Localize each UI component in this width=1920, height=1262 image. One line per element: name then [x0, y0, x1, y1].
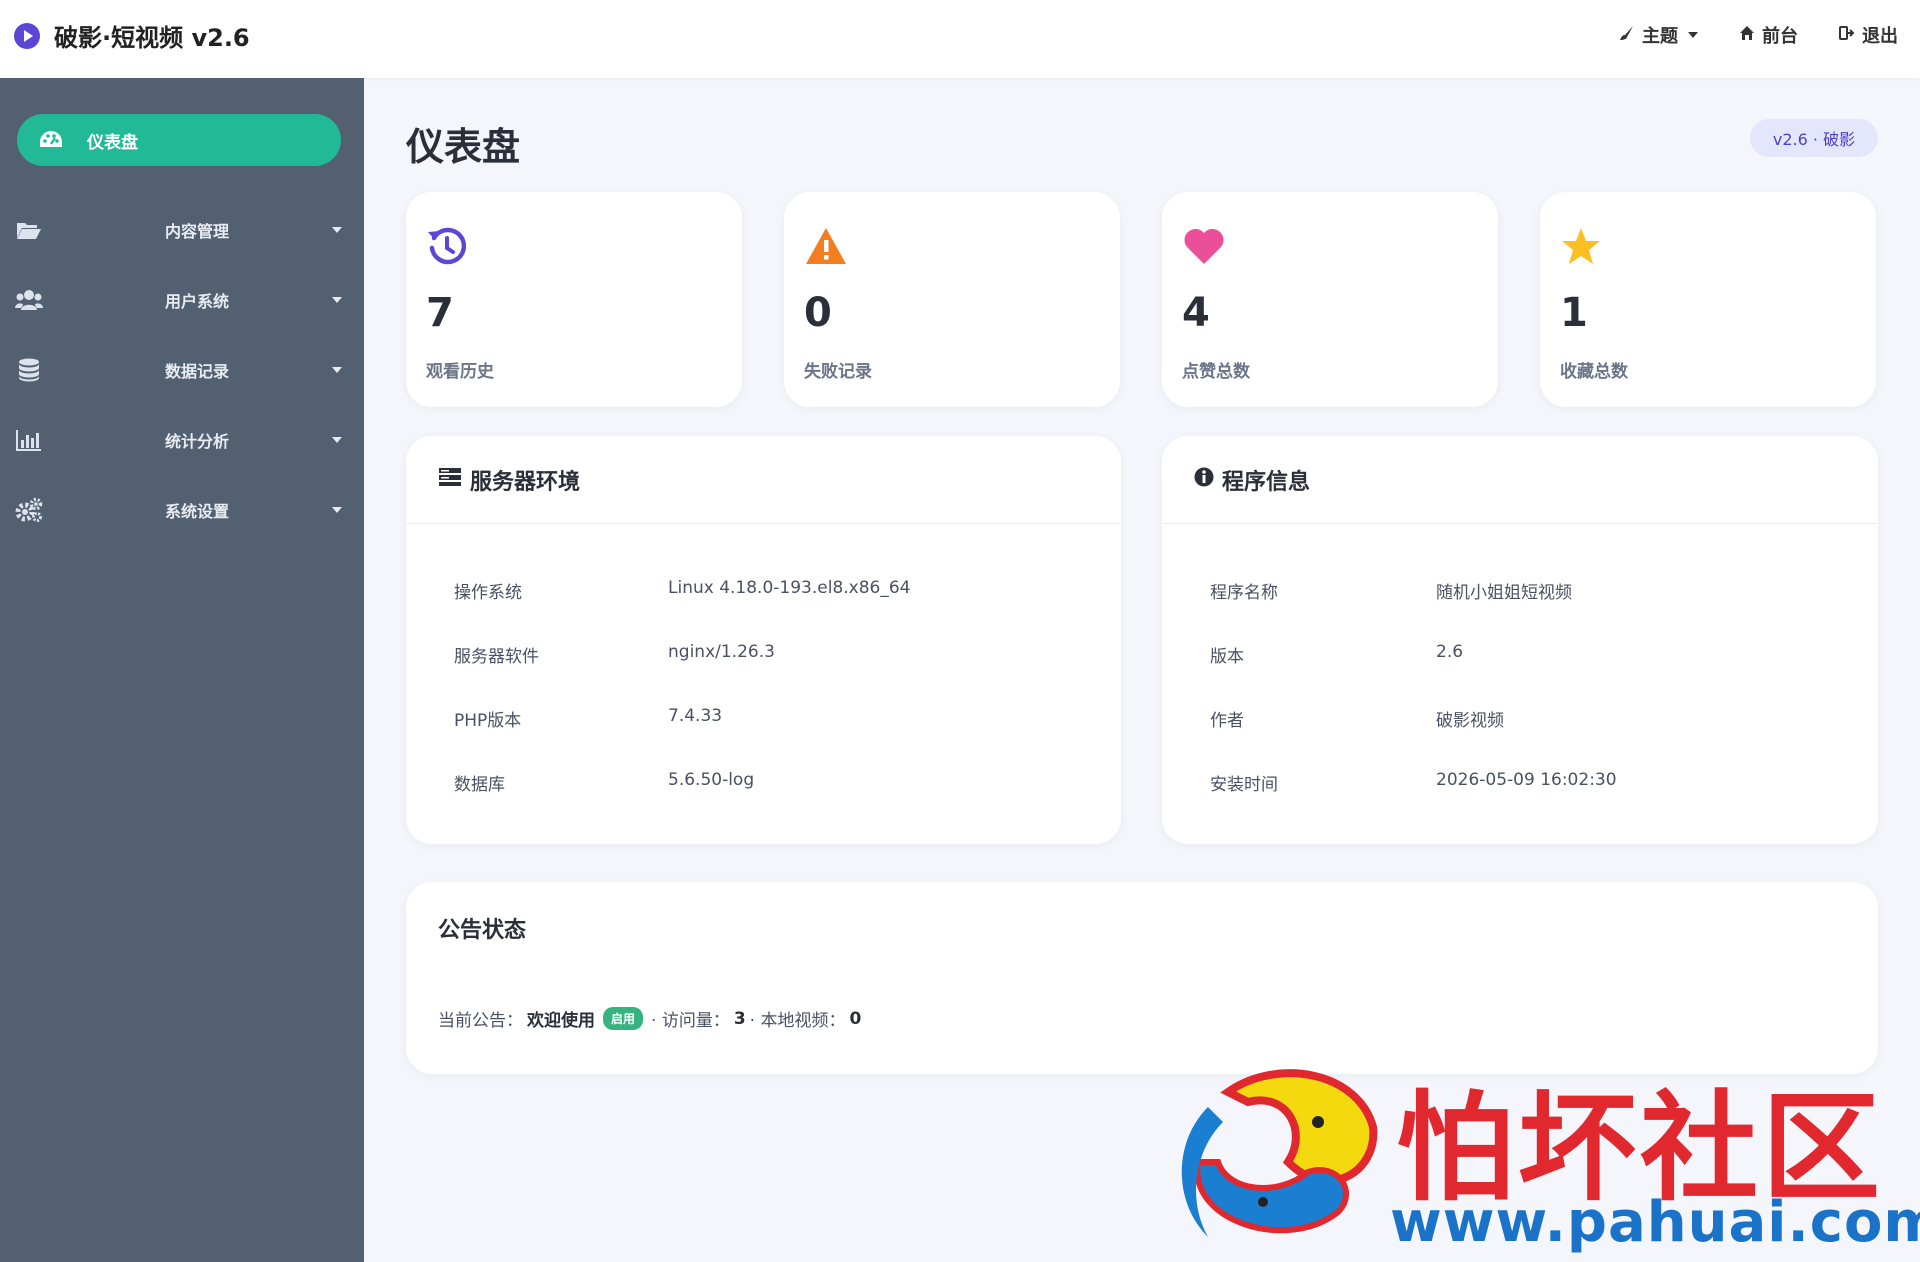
local-videos-label: · 本地视频： — [749, 1011, 846, 1031]
kv-value: 7.4.33 — [668, 706, 723, 726]
home-icon — [1738, 25, 1756, 45]
program-info-panel: 程序信息 程序名称 随机小姐姐短视频 版本 2.6 作者 破影视频 安装时间 2… — [1162, 436, 1878, 844]
theme-label: 主题 — [1642, 26, 1678, 47]
page-title: 仪表盘 — [406, 125, 521, 169]
kv-key: 操作系统 — [454, 583, 522, 603]
top-bar: 破影·短视频 v2.6 主题 前台 退出 — [0, 0, 1920, 78]
warning-icon — [804, 226, 846, 266]
sidebar-item-users[interactable]: 用户系统 — [0, 280, 364, 320]
dashboard-icon — [37, 129, 65, 151]
stat-label: 收藏总数 — [1560, 362, 1628, 382]
heart-icon — [1182, 226, 1224, 266]
kv-value: 5.6.50-log — [668, 770, 755, 790]
server-env-panel: 服务器环境 操作系统 Linux 4.18.0-193.el8.x86_64 服… — [406, 436, 1121, 844]
brand[interactable]: 破影·短视频 v2.6 — [14, 18, 250, 53]
sidebar-item-settings[interactable]: 系统设置 — [0, 490, 364, 530]
sidebar-item-data-records[interactable]: 数据记录 — [0, 350, 364, 390]
stat-card-favorites: 1 收藏总数 — [1540, 192, 1876, 407]
panel-title: 程序信息 — [1222, 469, 1311, 495]
chevron-down-icon — [332, 297, 342, 303]
sidebar-item-statistics[interactable]: 统计分析 — [0, 420, 364, 460]
star-icon — [1560, 226, 1600, 266]
kv-value: 破影视频 — [1436, 711, 1504, 731]
kv-key: 服务器软件 — [454, 647, 539, 667]
panel-title: 服务器环境 — [470, 469, 581, 495]
stat-label: 失败记录 — [804, 362, 872, 382]
frontend-label: 前台 — [1762, 26, 1798, 47]
current-notice[interactable]: 欢迎使用 — [527, 1006, 595, 1031]
stat-card-failures: 0 失败记录 — [784, 192, 1120, 407]
bar-chart-icon — [14, 429, 44, 451]
status-badge: 启用 — [603, 1007, 644, 1030]
top-actions: 主题 前台 退出 — [1618, 22, 1898, 48]
stat-label: 点赞总数 — [1182, 362, 1250, 382]
sidebar-item-label: 系统设置 — [165, 502, 230, 521]
kv-key: 版本 — [1210, 647, 1244, 667]
users-icon — [14, 289, 44, 311]
stat-value: 1 — [1560, 290, 1588, 336]
sidebar-item-label: 仪表盘 — [87, 132, 138, 153]
kv-value: Linux 4.18.0-193.el8.x86_64 — [668, 578, 911, 598]
sidebar: 仪表盘 内容管理 用户系统 数据记录 统计分析 系统设置 — [0, 78, 364, 1262]
play-circle-icon — [14, 22, 40, 49]
panel-header: 程序信息 — [1162, 436, 1878, 524]
watermark-url: www.pahuai.com — [1390, 1190, 1920, 1255]
sidebar-item-label: 用户系统 — [165, 292, 230, 311]
logout-icon — [1838, 25, 1856, 45]
chevron-down-icon — [332, 227, 342, 233]
folder-open-icon — [14, 220, 44, 240]
chevron-down-icon — [332, 507, 342, 513]
local-videos-count: 0 — [849, 1008, 862, 1029]
cogs-icon — [14, 497, 44, 523]
brush-icon — [1618, 25, 1636, 45]
brand-title: 破影·短视频 v2.6 — [54, 24, 250, 52]
notice-status-line: 当前公告： 欢迎使用 启用 · 访问量： 3 · 本地视频： 0 — [438, 1006, 861, 1031]
kv-value: 2026-05-09 16:02:30 — [1436, 770, 1617, 790]
panel-header: 服务器环境 — [406, 436, 1121, 524]
frontend-link[interactable]: 前台 — [1738, 22, 1798, 48]
kv-key: 程序名称 — [1210, 583, 1278, 603]
fish-logo-icon — [1181, 1069, 1378, 1237]
stat-card-likes: 4 点赞总数 — [1162, 192, 1498, 407]
info-icon — [1194, 467, 1214, 493]
notice-prefix: 当前公告： — [438, 1011, 523, 1031]
server-icon — [438, 467, 462, 493]
stat-value: 0 — [804, 290, 832, 336]
stat-label: 观看历史 — [426, 362, 494, 382]
kv-value: nginx/1.26.3 — [668, 642, 775, 662]
notice-panel: 公告状态 当前公告： 欢迎使用 启用 · 访问量： 3 · 本地视频： 0 — [406, 882, 1878, 1074]
visits-label: · 访问量： — [651, 1011, 730, 1031]
version-badge: v2.6 · 破影 — [1750, 119, 1878, 157]
kv-key: 作者 — [1210, 711, 1244, 731]
watermark: 怕坏社区 www.pahuai.com — [1160, 1052, 1920, 1262]
sidebar-item-label: 统计分析 — [165, 432, 230, 451]
sidebar-item-dashboard[interactable]: 仪表盘 — [17, 114, 341, 166]
logout-button[interactable]: 退出 — [1838, 22, 1898, 48]
sidebar-item-content[interactable]: 内容管理 — [0, 210, 364, 250]
kv-key: PHP版本 — [454, 711, 522, 731]
theme-menu-button[interactable]: 主题 — [1618, 22, 1698, 48]
stat-value: 4 — [1182, 290, 1210, 336]
stat-value: 7 — [426, 290, 454, 336]
panel-title: 公告状态 — [438, 918, 527, 943]
history-icon — [426, 226, 467, 266]
database-icon — [14, 358, 44, 382]
kv-value: 2.6 — [1436, 642, 1464, 662]
sidebar-item-label: 数据记录 — [165, 362, 230, 381]
kv-key: 数据库 — [454, 775, 505, 795]
visits-count: 3 — [733, 1008, 746, 1029]
kv-value: 随机小姐姐短视频 — [1436, 583, 1572, 603]
logout-label: 退出 — [1862, 26, 1898, 47]
kv-key: 安装时间 — [1210, 775, 1278, 795]
chevron-down-icon — [332, 437, 342, 443]
chevron-down-icon — [1688, 32, 1698, 38]
stat-card-history: 7 观看历史 — [406, 192, 742, 407]
sidebar-item-label: 内容管理 — [165, 222, 230, 241]
chevron-down-icon — [332, 367, 342, 373]
